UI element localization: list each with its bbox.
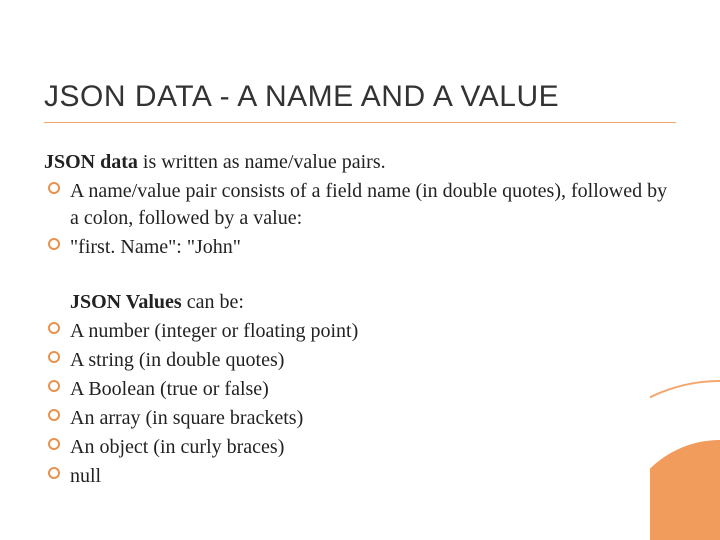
slide-content: JSON data is written as name/value pairs… [44,149,676,490]
intro-bold: JSON data [44,151,138,173]
list-item: A string (in double quotes) [44,347,676,374]
list-item-text: null [70,465,101,487]
list-item-text: A name/value pair consists of a field na… [70,180,667,229]
list-item-text: A Boolean (true or false) [70,378,269,400]
pair-list: A name/value pair consists of a field na… [44,178,676,261]
values-lead: JSON Values can be: [44,289,676,316]
list-item-text: A number (integer or floating point) [70,320,358,342]
list-item: A name/value pair consists of a field na… [44,178,676,232]
values-lead-rest: can be: [182,291,244,313]
spacer [44,263,676,289]
list-item: An array (in square brackets) [44,405,676,432]
values-list: A number (integer or floating point) A s… [44,318,676,490]
list-item: An object (in curly braces) [44,434,676,461]
list-item: "first. Name": "John" [44,234,676,261]
list-item-text: A string (in double quotes) [70,349,284,371]
list-item-text: An array (in square brackets) [70,407,303,429]
values-lead-bold: JSON Values [70,291,182,313]
slide: JSON DATA - A NAME AND A VALUE JSON data… [0,0,720,540]
slide-title: JSON DATA - A NAME AND A VALUE [44,80,676,123]
corner-decoration [650,340,720,540]
list-item-text: "first. Name": "John" [70,236,241,258]
list-item: A number (integer or floating point) [44,318,676,345]
list-item: A Boolean (true or false) [44,376,676,403]
list-item: null [44,463,676,490]
list-item-text: An object (in curly braces) [70,436,284,458]
intro-paragraph: JSON data is written as name/value pairs… [44,149,676,176]
intro-rest: is written as name/value pairs. [138,151,386,173]
